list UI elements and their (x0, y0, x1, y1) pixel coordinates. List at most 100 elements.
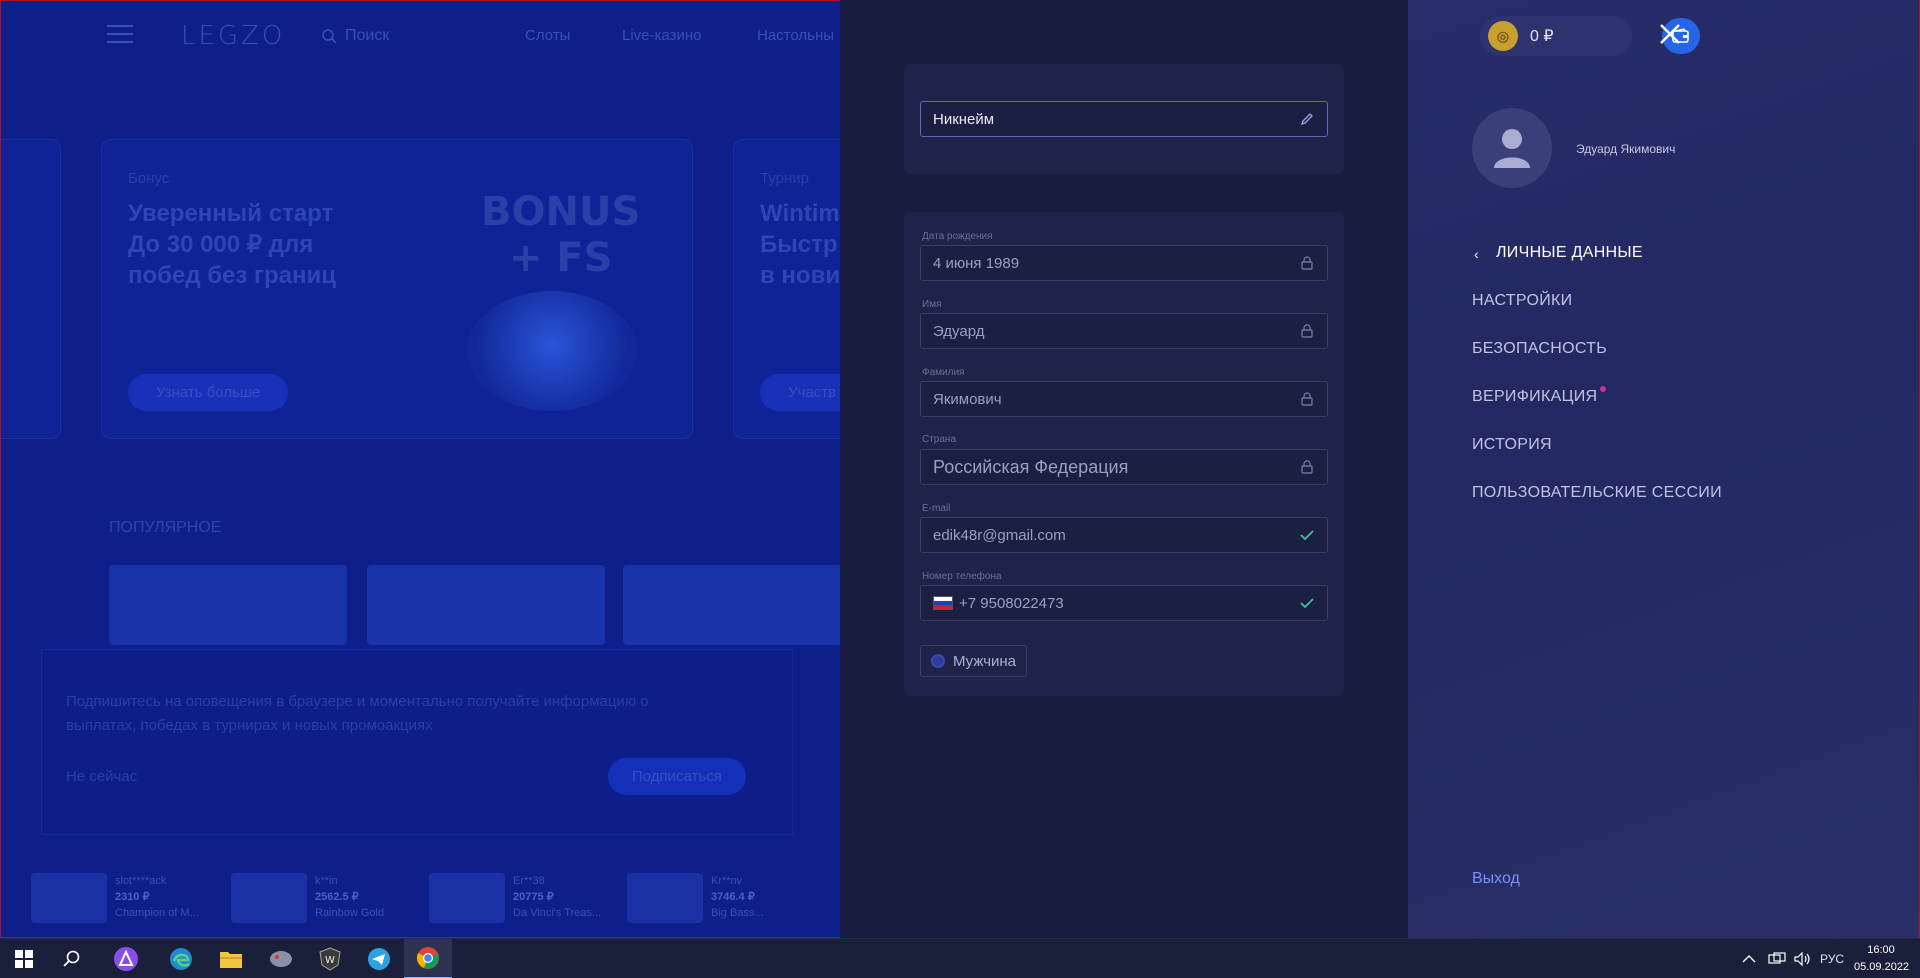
winner-item[interactable]: k**in 2562.5 ₽ Rainbow Gold (231, 873, 384, 923)
promo-label: Бонус (128, 170, 170, 187)
participate-button[interactable]: Участв (760, 374, 840, 411)
taskbar: W РУС 16:00 05.09.2022 (0, 938, 1920, 978)
first-name-label: Имя (922, 299, 942, 310)
close-icon (1660, 24, 1680, 44)
user-name: Эдуард Якимович (1576, 142, 1676, 156)
search-icon (322, 29, 337, 44)
menu-item-settings[interactable]: НАСТРОЙКИ (1472, 292, 1572, 310)
app-icon (270, 951, 292, 967)
gender-radio[interactable]: Мужчина (920, 645, 1028, 677)
lock-icon (1299, 391, 1315, 407)
promo-card-tournament[interactable]: Турнир Wintim Быстр в нови Участв (733, 139, 840, 439)
clock-time: 16:00 (1867, 944, 1895, 956)
country-field: Российская Федерация (920, 449, 1328, 485)
learn-more-button[interactable]: Узнать больше (128, 374, 289, 411)
avatar[interactable] (1472, 108, 1552, 188)
menu-item-personal-data[interactable]: ЛИЧНЫЕ ДАННЫЕ (1496, 244, 1643, 262)
promo-title: Уверенный старт До 30 000 ₽ для побед бе… (128, 200, 337, 289)
taskbar-chrome[interactable] (404, 939, 452, 978)
nickname-field[interactable]: Никнейм (920, 101, 1328, 137)
radio-icon (931, 654, 945, 668)
network-icon[interactable] (1768, 939, 1786, 978)
winner-item[interactable]: slot****ack 2310 ₽ Champion of M... (31, 873, 199, 923)
site-logo[interactable]: LEGZO (181, 21, 285, 51)
telegram-icon (368, 948, 390, 970)
country-label: Страна (922, 434, 957, 445)
search-icon (63, 950, 80, 967)
promo-card-left (1, 139, 61, 439)
taskbar-explorer[interactable] (207, 939, 255, 978)
taskbar-search[interactable] (48, 939, 96, 978)
last-name-field: Якимович (920, 381, 1328, 417)
input-language[interactable]: РУС (1820, 939, 1844, 978)
menu-item-user-sessions[interactable]: ПОЛЬЗОВАТЕЛЬСКИЕ СЕССИИ (1472, 484, 1722, 502)
notification-dot (1600, 386, 1606, 392)
subscribe-button[interactable]: Подписаться (608, 758, 746, 795)
game-thumbnail (231, 873, 307, 923)
svg-text:W: W (325, 955, 335, 966)
balance-amount: 0 ₽ (1530, 28, 1554, 45)
taskbar-world-of-tanks[interactable]: W (306, 939, 354, 978)
chrome-icon (416, 947, 439, 969)
check-icon (1299, 527, 1315, 543)
site-search[interactable]: Поиск (321, 27, 389, 45)
logout-link[interactable]: Выход (1472, 870, 1520, 888)
russia-flag-icon (933, 596, 953, 610)
nav-slots[interactable]: Слоты (525, 27, 570, 44)
taskbar-app-fish[interactable] (257, 939, 305, 978)
pencil-icon[interactable] (1299, 111, 1315, 127)
winner-item[interactable]: Kr**nv 3746.4 ₽ Big Bass... (627, 873, 764, 923)
coin-icon: ◎ (1488, 21, 1518, 51)
email-field[interactable]: edik48r@gmail.com (920, 517, 1328, 553)
check-icon (1299, 595, 1315, 611)
phone-label: Номер телефона (922, 571, 1002, 582)
email-label: E-mail (922, 503, 951, 514)
taskbar-edge[interactable] (157, 939, 205, 978)
clock-date: 05.09.2022 (1854, 961, 1910, 973)
balance-pill[interactable]: ◎ 0 ₽ (1480, 16, 1700, 56)
taskbar-telegram[interactable] (355, 939, 403, 978)
gender-label: Мужчина (953, 652, 1017, 670)
lock-icon (1299, 459, 1315, 475)
birthdate-label: Дата рождения (922, 231, 993, 242)
search-placeholder: Поиск (345, 27, 390, 44)
push-notification-prompt: Подпишитесь на оповещения в браузере и м… (41, 649, 793, 835)
menu-item-verification[interactable]: ВЕРИФИКАЦИЯ (1472, 388, 1597, 406)
game-tile[interactable] (623, 565, 840, 645)
bonus-art: BONUS + FS (481, 189, 641, 281)
taskbar-alice[interactable] (102, 939, 150, 978)
menu-item-history[interactable]: ИСТОРИЯ (1472, 436, 1552, 454)
promo-label: Турнир (760, 170, 809, 187)
birthdate-field: 4 июня 1989 (920, 245, 1328, 281)
volume-icon[interactable] (1794, 939, 1812, 978)
nav-table-games[interactable]: Настольны (757, 27, 834, 44)
menu-burger-icon[interactable] (107, 25, 133, 43)
game-icon: W (319, 947, 341, 971)
chevron-left-icon[interactable]: ‹ (1474, 246, 1479, 262)
edge-icon (170, 948, 192, 970)
game-tile[interactable] (367, 565, 605, 645)
close-button[interactable] (1658, 22, 1682, 46)
personal-data-card: Дата рождения 4 июня 1989 Имя Эдуард Фам… (904, 212, 1344, 696)
promo-title: Wintim Быстр в нови (760, 200, 840, 289)
background-site: LEGZO Поиск Слоты Live-казино Настольны … (0, 0, 840, 938)
alice-icon (114, 947, 138, 971)
bonus-ring-image (467, 291, 637, 411)
nav-live-casino[interactable]: Live-казино (622, 27, 701, 44)
phone-field[interactable]: +7 9508022473 (920, 585, 1328, 621)
system-clock[interactable]: 16:00 05.09.2022 (1854, 942, 1910, 976)
windows-icon (15, 950, 33, 968)
not-now-button[interactable]: Не сейчас (66, 768, 137, 785)
first-name-field: Эдуард (920, 313, 1328, 349)
notification-text: Подпишитесь на оповещения в браузере и м… (66, 693, 649, 734)
game-thumbnail (429, 873, 505, 923)
winner-item[interactable]: Er**38 20775 ₽ Da Vinci's Treas... (429, 873, 601, 923)
nickname-card: Никнейм (904, 64, 1344, 174)
last-name-label: Фамилия (922, 367, 965, 378)
tray-chevron-up-icon[interactable] (1742, 939, 1756, 978)
start-button[interactable] (0, 939, 48, 978)
user-icon (1494, 129, 1530, 168)
game-tile[interactable] (109, 565, 347, 645)
winners-ticker: slot****ack 2310 ₽ Champion of M... k**in 2… (1, 865, 840, 935)
menu-item-security[interactable]: БЕЗОПАСНОСТЬ (1472, 340, 1607, 358)
